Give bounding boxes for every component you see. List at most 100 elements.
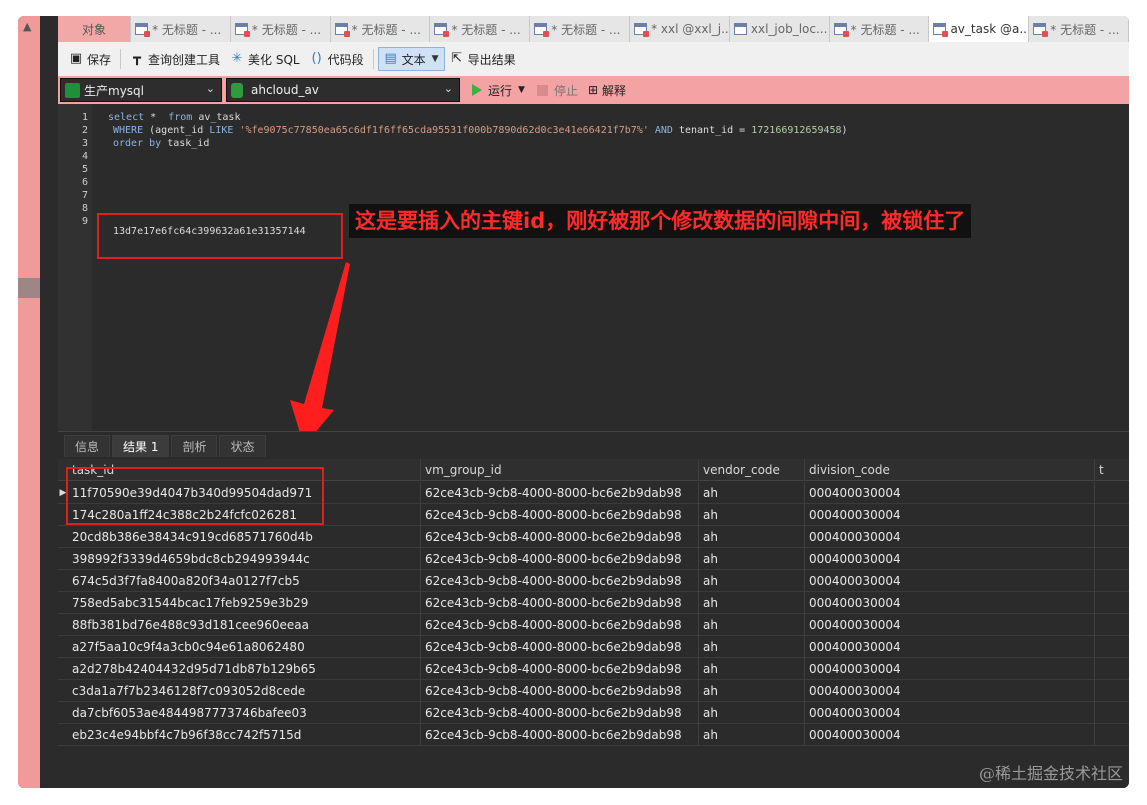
save-button[interactable]: ▣ 保存: [64, 47, 116, 71]
table-row[interactable]: 398992f3339d4659bdc8cb294993944c 62ce43cb…: [58, 548, 1129, 570]
cell-division-code[interactable]: 000400030004: [805, 636, 1095, 658]
scrollbar-thumb[interactable]: [18, 278, 40, 298]
cell-division-code[interactable]: 000400030004: [805, 592, 1095, 614]
tab-info[interactable]: 信息: [64, 435, 111, 457]
tab-query[interactable]: * 无标题 - ...: [829, 16, 930, 42]
cell-vm-group-id[interactable]: 62ce43cb-9cb8-4000-8000-bc6e2b9dab98: [421, 504, 699, 526]
cell-more[interactable]: [1095, 680, 1129, 702]
cell-more[interactable]: [1095, 592, 1129, 614]
tab-query[interactable]: * 无标题 - ...: [230, 16, 331, 42]
text-mode-button[interactable]: ▤ 文本 ▼: [377, 47, 445, 71]
cell-more[interactable]: [1095, 614, 1129, 636]
cell-division-code[interactable]: 000400030004: [805, 702, 1095, 724]
cell-vendor-code[interactable]: ah: [699, 658, 805, 680]
cell-vendor-code[interactable]: ah: [699, 724, 805, 746]
cell-more[interactable]: [1095, 636, 1129, 658]
column-header-vm-group-id[interactable]: vm_group_id: [421, 459, 699, 481]
table-row[interactable]: 20cd8b386e38434c919cd68571760d4b 62ce43cb…: [58, 526, 1129, 548]
cell-task-id[interactable]: eb23c4e94bbf4c7b96f38cc742f5715d: [68, 724, 421, 746]
cell-division-code[interactable]: 000400030004: [805, 482, 1095, 504]
beautify-sql-button[interactable]: ✳ 美化 SQL: [225, 47, 305, 71]
cell-vendor-code[interactable]: ah: [699, 504, 805, 526]
cell-task-id[interactable]: a27f5aa10c9f4a3cb0c94e61a8062480: [68, 636, 421, 658]
cell-vm-group-id[interactable]: 62ce43cb-9cb8-4000-8000-bc6e2b9dab98: [421, 658, 699, 680]
table-row[interactable]: 758ed5abc31544bcac17feb9259e3b29 62ce43cb…: [58, 592, 1129, 614]
cell-more[interactable]: [1095, 570, 1129, 592]
cell-more[interactable]: [1095, 504, 1129, 526]
cell-vm-group-id[interactable]: 62ce43cb-9cb8-4000-8000-bc6e2b9dab98: [421, 548, 699, 570]
explain-button[interactable]: ⊞ 解释: [588, 82, 626, 99]
cell-more[interactable]: [1095, 702, 1129, 724]
cell-division-code[interactable]: 000400030004: [805, 680, 1095, 702]
tab-result-1[interactable]: 结果 1: [112, 435, 170, 457]
cell-division-code[interactable]: 000400030004: [805, 658, 1095, 680]
chevron-down-icon[interactable]: ▼: [518, 85, 525, 95]
cell-vendor-code[interactable]: ah: [699, 526, 805, 548]
table-row[interactable]: c3da1a7f7b2346128f7c093052d8cede 62ce43cb…: [58, 680, 1129, 702]
cell-task-id[interactable]: 758ed5abc31544bcac17feb9259e3b29: [68, 592, 421, 614]
cell-division-code[interactable]: 000400030004: [805, 548, 1095, 570]
cell-task-id[interactable]: 398992f3339d4659bdc8cb294993944c: [68, 548, 421, 570]
cell-more[interactable]: [1095, 548, 1129, 570]
cell-division-code[interactable]: 000400030004: [805, 724, 1095, 746]
table-row[interactable]: a2d278b42404432d95d71db87b129b65 62ce43cb…: [58, 658, 1129, 680]
table-row[interactable]: da7cbf6053ae4844987773746bafee03 62ce43cb…: [58, 702, 1129, 724]
tab-query[interactable]: * 无标题 - ...: [1029, 16, 1129, 42]
cell-vendor-code[interactable]: ah: [699, 592, 805, 614]
cell-vendor-code[interactable]: ah: [699, 570, 805, 592]
tab-query[interactable]: * 无标题 - ...: [530, 16, 631, 42]
tab-table[interactable]: xxl_job_loc...: [729, 16, 830, 42]
cell-vendor-code[interactable]: ah: [699, 680, 805, 702]
query-builder-button[interactable]: ┳ 查询创建工具: [125, 47, 225, 71]
tab-query-active[interactable]: av_task @a...: [929, 16, 1030, 42]
cell-task-id[interactable]: 674c5d3f7fa8400a820f34a0127f7cb5: [68, 570, 421, 592]
cell-division-code[interactable]: 000400030004: [805, 526, 1095, 548]
tab-query[interactable]: * 无标题 - ...: [330, 16, 431, 42]
cell-vendor-code[interactable]: ah: [699, 636, 805, 658]
cell-vm-group-id[interactable]: 62ce43cb-9cb8-4000-8000-bc6e2b9dab98: [421, 482, 699, 504]
export-results-button[interactable]: ⇱ 导出结果: [445, 47, 521, 71]
sql-editor[interactable]: 1 2 3 4 5 6 7 8 9 select * from av_task …: [58, 104, 1129, 444]
cell-division-code[interactable]: 000400030004: [805, 570, 1095, 592]
cell-vm-group-id[interactable]: 62ce43cb-9cb8-4000-8000-bc6e2b9dab98: [421, 636, 699, 658]
tab-profile[interactable]: 剖析: [171, 435, 218, 457]
result-grid[interactable]: task_id vm_group_id vendor_code division…: [58, 459, 1129, 788]
tab-query[interactable]: * 无标题 - ...: [131, 16, 231, 42]
tab-query[interactable]: * xxl @xxl_j...: [630, 16, 730, 42]
table-row[interactable]: a27f5aa10c9f4a3cb0c94e61a8062480 62ce43cb…: [58, 636, 1129, 658]
cell-more[interactable]: [1095, 482, 1129, 504]
tab-status[interactable]: 状态: [219, 435, 266, 457]
column-header-vendor-code[interactable]: vendor_code: [699, 459, 805, 481]
column-header-more[interactable]: t: [1095, 459, 1129, 481]
cell-vendor-code[interactable]: ah: [699, 482, 805, 504]
cell-vm-group-id[interactable]: 62ce43cb-9cb8-4000-8000-bc6e2b9dab98: [421, 592, 699, 614]
cell-vm-group-id[interactable]: 62ce43cb-9cb8-4000-8000-bc6e2b9dab98: [421, 702, 699, 724]
scroll-up-icon[interactable]: ▲: [23, 20, 31, 33]
cell-more[interactable]: [1095, 526, 1129, 548]
connection-select[interactable]: 生产mysql ⌄: [60, 78, 222, 102]
cell-division-code[interactable]: 000400030004: [805, 504, 1095, 526]
table-row[interactable]: eb23c4e94bbf4c7b96f38cc742f5715d 62ce43cb…: [58, 724, 1129, 746]
cell-vm-group-id[interactable]: 62ce43cb-9cb8-4000-8000-bc6e2b9dab98: [421, 724, 699, 746]
cell-task-id[interactable]: a2d278b42404432d95d71db87b129b65: [68, 658, 421, 680]
stop-button[interactable]: 停止: [536, 82, 578, 99]
cell-vm-group-id[interactable]: 62ce43cb-9cb8-4000-8000-bc6e2b9dab98: [421, 680, 699, 702]
cell-task-id[interactable]: c3da1a7f7b2346128f7c093052d8cede: [68, 680, 421, 702]
table-row[interactable]: 674c5d3f7fa8400a820f34a0127f7cb5 62ce43cb…: [58, 570, 1129, 592]
cell-task-id[interactable]: da7cbf6053ae4844987773746bafee03: [68, 702, 421, 724]
run-button[interactable]: 运行 ▼: [472, 82, 525, 99]
cell-vm-group-id[interactable]: 62ce43cb-9cb8-4000-8000-bc6e2b9dab98: [421, 526, 699, 548]
cell-task-id[interactable]: 88fb381bd76e488c93d181cee960eeaa: [68, 614, 421, 636]
table-row[interactable]: 88fb381bd76e488c93d181cee960eeaa 62ce43cb…: [58, 614, 1129, 636]
column-header-division-code[interactable]: division_code: [805, 459, 1095, 481]
cell-more[interactable]: [1095, 724, 1129, 746]
cell-vm-group-id[interactable]: 62ce43cb-9cb8-4000-8000-bc6e2b9dab98: [421, 614, 699, 636]
left-scrollbar[interactable]: ▲: [18, 16, 40, 788]
database-select[interactable]: ahcloud_av ⌄: [226, 78, 460, 102]
cell-division-code[interactable]: 000400030004: [805, 614, 1095, 636]
cell-vm-group-id[interactable]: 62ce43cb-9cb8-4000-8000-bc6e2b9dab98: [421, 570, 699, 592]
code-snippet-button[interactable]: () 代码段: [305, 47, 369, 71]
cell-vendor-code[interactable]: ah: [699, 548, 805, 570]
cell-task-id[interactable]: 20cd8b386e38434c919cd68571760d4b: [68, 526, 421, 548]
chevron-down-icon[interactable]: ▼: [432, 54, 439, 64]
